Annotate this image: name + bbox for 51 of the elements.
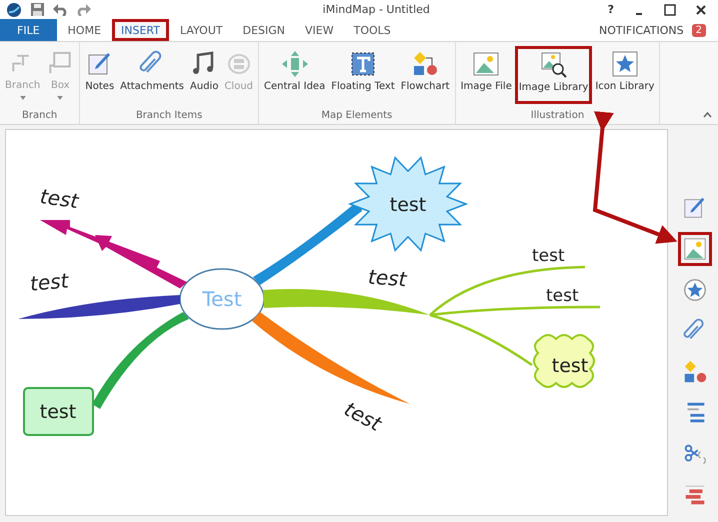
ribbon-button[interactable]: Central Idea	[261, 46, 328, 104]
starburst-node[interactable]	[348, 156, 468, 252]
ribbon-tab[interactable]: HOME	[58, 19, 110, 41]
notification-count: 2	[692, 24, 706, 37]
ribbon-button[interactable]: Attachments	[117, 46, 188, 104]
ribbon-button[interactable]: Audio	[187, 46, 222, 104]
ribbon-button[interactable]: Floating Text	[328, 46, 398, 104]
maximize-icon[interactable]	[664, 4, 676, 16]
group-label: Branch Items	[134, 110, 204, 124]
ribbon-tab[interactable]: LAYOUT	[171, 19, 232, 41]
node-text: test	[390, 194, 426, 216]
ribbon-tab[interactable]: TOOLS	[344, 19, 400, 41]
ribbon-tab[interactable]: INSERT	[112, 19, 169, 41]
help-button[interactable]: ?	[602, 3, 620, 16]
node-text: test	[40, 401, 76, 424]
ribbon-button[interactable]: Notes	[82, 46, 118, 104]
close-icon[interactable]	[696, 4, 706, 15]
central-idea-node[interactable]	[179, 268, 265, 330]
flowchart-icon	[411, 50, 440, 78]
redo-icon[interactable]	[76, 4, 91, 16]
ribbon-button[interactable]: Flowchart	[398, 46, 453, 104]
group-label: Map Elements	[320, 110, 394, 124]
ribbon-tab[interactable]: FILE	[0, 19, 57, 41]
branch-label: test	[340, 396, 386, 436]
group-label: Illustration	[530, 110, 586, 124]
image-icon[interactable]	[678, 232, 712, 266]
notifications-button[interactable]: NOTIFICATIONS	[595, 19, 688, 41]
central-idea-text: Test	[202, 287, 242, 312]
ribbon-button[interactable]: Image Library	[514, 46, 592, 104]
ribbon-button[interactable]: Icon Library	[592, 46, 658, 104]
branch-label: test	[546, 286, 579, 306]
ribbon-tab[interactable]: VIEW	[296, 19, 343, 41]
group-label: Branch	[21, 110, 58, 124]
image-search-icon	[540, 50, 568, 79]
cloud-node[interactable]	[533, 334, 595, 388]
four-arrows-icon	[280, 50, 309, 78]
ribbon-button[interactable]: Image File	[458, 46, 515, 104]
undo-icon[interactable]	[53, 4, 68, 16]
app-logo-icon	[6, 2, 22, 18]
collapse-icon[interactable]	[703, 112, 712, 118]
node-text: test	[552, 355, 588, 378]
image-icon	[472, 50, 500, 78]
branch[interactable]	[18, 295, 180, 320]
branch-label: test	[532, 246, 565, 266]
save-icon[interactable]	[30, 2, 45, 18]
ribbon-tab[interactable]: DESIGN	[234, 19, 294, 41]
box-node[interactable]	[23, 387, 94, 436]
branch-label: test	[367, 264, 408, 292]
branch-label: test	[38, 184, 80, 214]
window-title: iMindMap - Untitled	[322, 3, 431, 16]
branch-label: test	[29, 268, 70, 296]
